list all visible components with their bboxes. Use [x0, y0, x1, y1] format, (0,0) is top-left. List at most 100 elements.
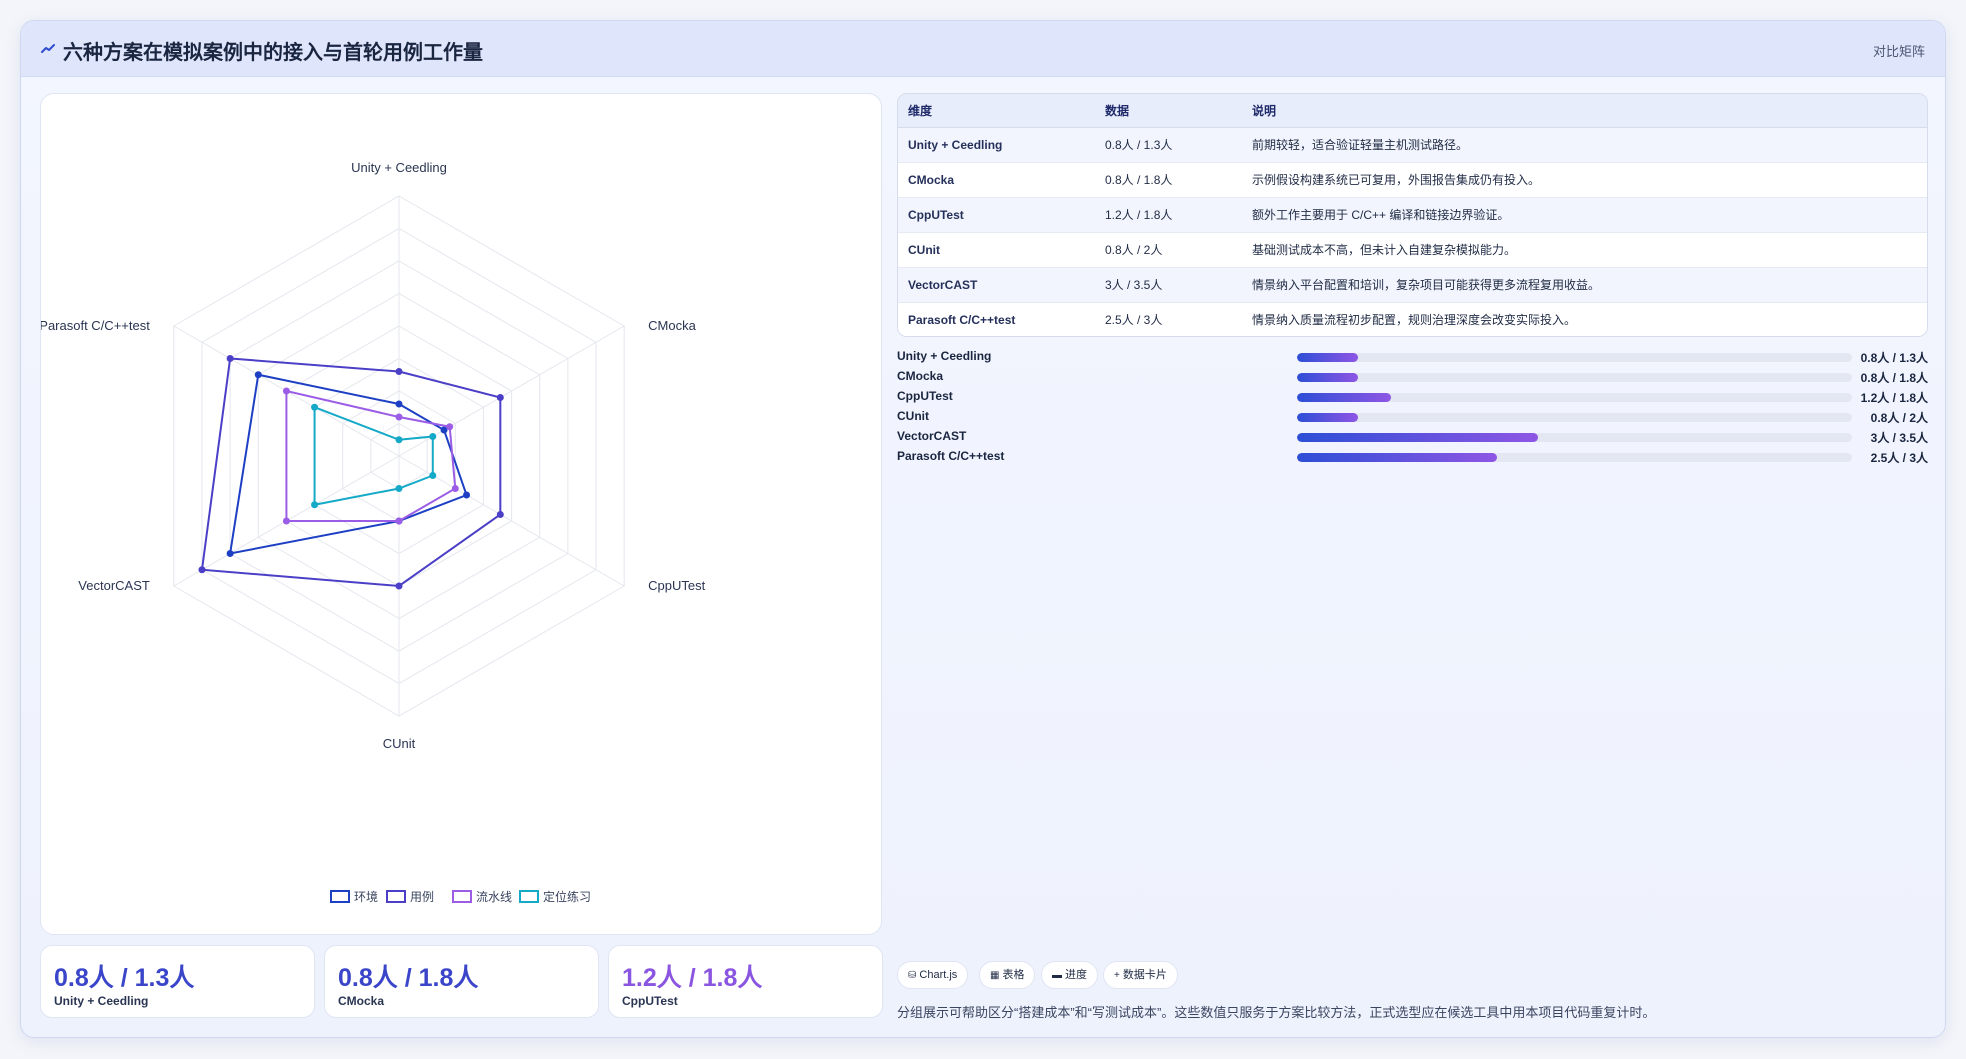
footnote: 分组展示可帮助区分“搭建成本”和“写测试成本”。这些数值只服务于方案比较方法，正… [897, 1005, 1656, 1020]
card-header: 六种方案在模拟案例中的接入与首轮用例工作量 对比矩阵 [21, 21, 1945, 77]
table-row: CMocka 0.8人 / 1.8人 示例假设构建系统已可复用，外围报告集成仍有… [898, 162, 1927, 198]
table-row: CUnit 0.8人 / 2人 基础测试成本不高，但未计入自建复杂模拟能力。 [898, 232, 1927, 268]
table-row: Parasoft C/C++test 2.5人 / 3人 情景纳入质量流程初步配… [898, 302, 1927, 336]
tag-label: Chart.js [919, 969, 958, 981]
radar-point [446, 423, 454, 431]
table-cell: VectorCAST [898, 267, 1095, 303]
radar-axis-label: CppUTest [648, 578, 705, 593]
progress-value: 2.5人 / 3人 [1870, 451, 1928, 465]
plus-icon: + [1114, 970, 1120, 981]
radar-point [395, 582, 403, 590]
tag-data-card[interactable]: + 数据卡片 [1103, 961, 1178, 989]
progress-row: CMocka 0.8人 / 1.8人 [897, 366, 1928, 386]
radar-point [463, 491, 471, 499]
stat-value: 0.8人 / 1.8人 [338, 964, 479, 992]
stat-label: Unity + Ceedling [54, 994, 149, 1008]
progress-row: VectorCAST 3人 / 3.5人 [897, 426, 1928, 446]
legend-label: 环境 [354, 889, 378, 904]
radar-point [282, 387, 290, 395]
progress-row: CppUTest 1.2人 / 1.8人 [897, 386, 1928, 406]
radar-point [429, 433, 437, 440]
progress-track [1297, 453, 1852, 462]
legend-swatch [386, 890, 406, 903]
tag-label: 表格 [1002, 969, 1025, 981]
radar-point [198, 566, 206, 574]
stat-label: CMocka [338, 994, 385, 1008]
legend-label: 流水线 [476, 890, 512, 904]
comparison-card: 六种方案在模拟案例中的接入与首轮用例工作量 对比矩阵 Unity + Ceedl… [20, 20, 1946, 1038]
radar-point [311, 501, 319, 509]
progress-value: 0.8人 / 2人 [1870, 411, 1928, 425]
table-cell: 0.8人 / 2人 [1095, 232, 1242, 268]
radar-point [254, 371, 262, 379]
radar-series-line [313, 405, 434, 506]
radar-series-line [228, 373, 468, 555]
progress-fill [1297, 433, 1539, 442]
table-cell: Unity + Ceedling [898, 127, 1095, 163]
database-icon: ⛁ [908, 970, 917, 981]
table-cell: 情景纳入平台配置和培训，复杂项目可能获得更多流程复用收益。 [1242, 267, 1927, 303]
progress-row: Parasoft C/C++test 2.5人 / 3人 [897, 446, 1928, 466]
progress-label: CMocka [897, 369, 944, 383]
progress-list: Unity + Ceedling 0.8人 / 1.3人 CMocka 0.8人… [897, 346, 1928, 496]
stat-card: 0.8人 / 1.8人 CMocka [324, 945, 599, 1018]
stat-card: 1.2人 / 1.8人 CppUTest [608, 945, 883, 1018]
progress-track [1297, 353, 1852, 362]
tag-label: 数据卡片 [1122, 969, 1167, 981]
tag-chartjs[interactable]: ⛁ Chart.js [897, 961, 969, 989]
progress-fill [1297, 393, 1392, 402]
progress-row: Unity + Ceedling 0.8人 / 1.3人 [897, 346, 1928, 366]
radar-point [395, 485, 403, 492]
table-cell: 2.5人 / 3人 [1095, 302, 1242, 336]
table-row: Unity + Ceedling 0.8人 / 1.3人 前期较轻，适合验证轻量… [898, 127, 1927, 163]
table-cell: CMocka [898, 162, 1095, 198]
table-cell: 1.2人 / 1.8人 [1095, 197, 1242, 233]
table-cell: 情景纳入质量流程初步配置，规则治理深度会改变实际投入。 [1242, 302, 1927, 336]
progress-row: CUnit 0.8人 / 2人 [897, 406, 1928, 426]
column-header-dimension: 维度 [898, 94, 1095, 128]
progress-label: CUnit [897, 409, 929, 423]
table-cell: 前期较轻，适合验证轻量主机测试路径。 [1242, 127, 1927, 163]
progress-fill [1297, 413, 1359, 422]
progress-label: CppUTest [897, 389, 953, 403]
progress-label: Unity + Ceedling [897, 349, 992, 363]
chart-line-icon [41, 44, 55, 53]
tag-table[interactable]: ▦ 表格 [979, 961, 1036, 989]
progress-fill [1297, 453, 1497, 462]
tag-label: 进度 [1065, 969, 1087, 981]
table-icon: ▦ [990, 970, 1000, 981]
radar-point [395, 517, 403, 525]
progress-label: VectorCAST [897, 429, 967, 443]
radar-chart-panel: Unity + Ceedling CMocka CppUTest CUnit Vecto… [40, 93, 882, 935]
radar-point [451, 485, 459, 492]
table-cell: 0.8人 / 1.8人 [1095, 162, 1242, 198]
data-table: 维度 数据 说明 Unity + Ceedling 0.8人 / 1.3人 前期… [897, 93, 1928, 337]
tag-progress[interactable]: ▬ 进度 [1041, 961, 1098, 989]
radar-point [395, 400, 403, 408]
radar-chart: Unity + Ceedling CMocka CppUTest CUnit Vecto… [41, 160, 706, 904]
column-header-data: 数据 [1095, 94, 1242, 128]
progress-value: 0.8人 / 1.3人 [1860, 351, 1928, 365]
table-row: VectorCAST 3人 / 3.5人 情景纳入平台配置和培训，复杂项目可能获… [898, 267, 1927, 303]
radar-axis-label: Parasoft C/C++test [41, 318, 150, 333]
progress-fill [1297, 373, 1359, 382]
radar-point [226, 550, 234, 557]
stat-card: 0.8人 / 1.3人 Unity + Ceedling [40, 945, 315, 1018]
matrix-label: 对比矩阵 [1872, 44, 1925, 59]
radar-axis-label: CUnit [383, 736, 416, 751]
progress-track [1297, 373, 1852, 382]
radar-point [395, 436, 403, 444]
radar-point [395, 413, 403, 421]
radar-axis-label: VectorCAST [78, 578, 150, 593]
radar-axis-label: Unity + Ceedling [351, 160, 447, 175]
table-cell: 示例假设构建系统已可复用，外围报告集成仍有投入。 [1242, 162, 1927, 198]
radar-axis-label: CMocka [648, 318, 696, 333]
radar-point [429, 472, 437, 479]
stat-value: 1.2人 / 1.8人 [622, 964, 763, 992]
radar-point [282, 517, 290, 525]
radar-point [395, 368, 403, 375]
table-cell: 3人 / 3.5人 [1095, 267, 1242, 303]
progress-track [1297, 393, 1852, 402]
legend-label: 用例 [410, 890, 434, 904]
legend-swatch [330, 890, 350, 903]
